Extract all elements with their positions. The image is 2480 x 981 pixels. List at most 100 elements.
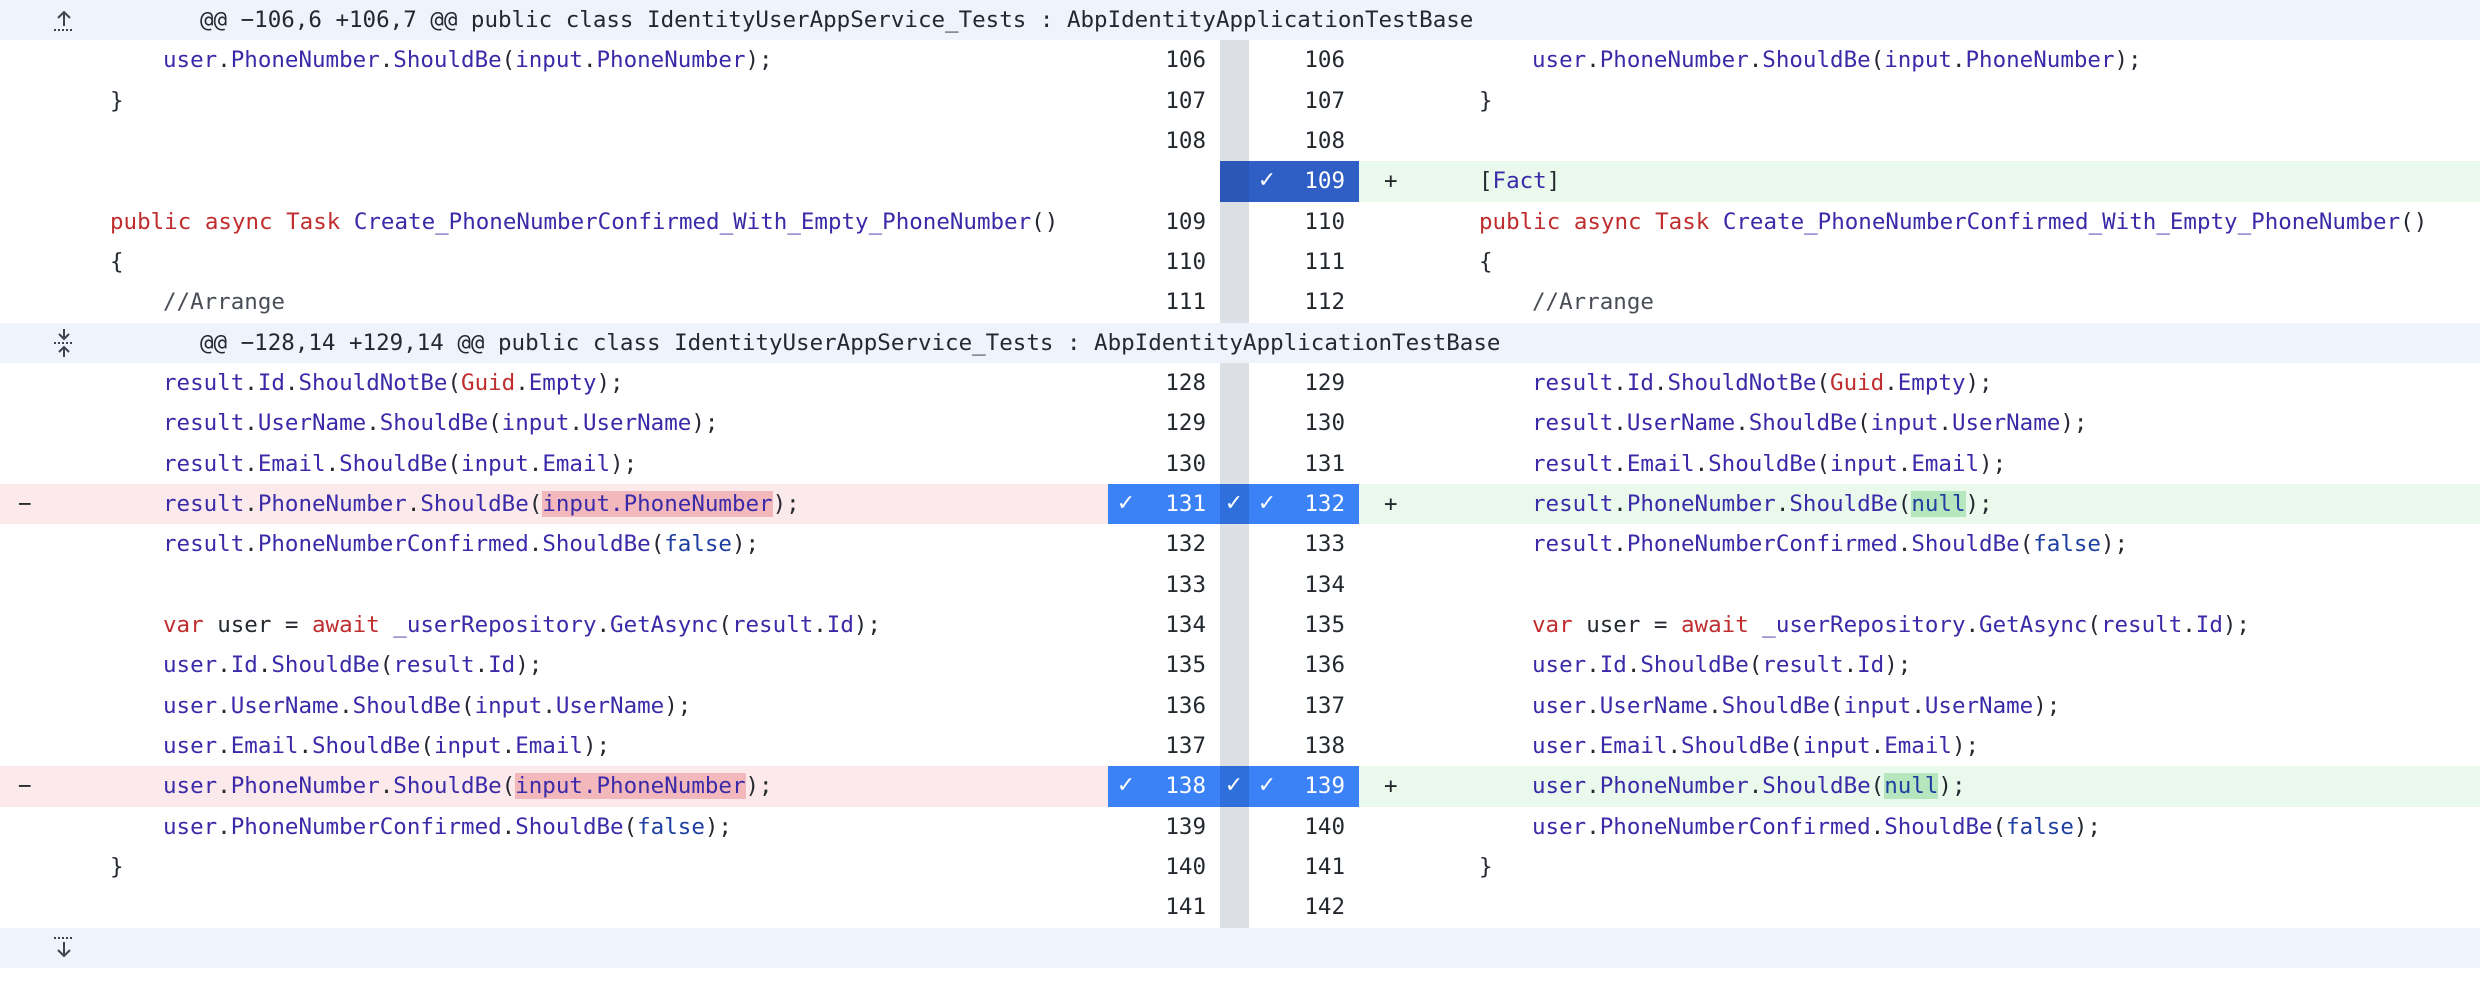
expand-up-icon[interactable] bbox=[44, 0, 84, 40]
diff-row: user.PhoneNumber.ShouldBe(input.PhoneNum… bbox=[0, 40, 2480, 81]
right-line-number[interactable]: 112 bbox=[1249, 282, 1359, 322]
left-code: result.Email.ShouldBe(input.Email); bbox=[163, 444, 637, 484]
code-token: ( bbox=[1857, 410, 1871, 437]
code-token: ); bbox=[2222, 612, 2250, 638]
left-line-number[interactable]: 107 bbox=[1108, 81, 1220, 121]
right-line-number[interactable]: 138 bbox=[1249, 726, 1359, 766]
left-code: } bbox=[110, 847, 124, 887]
code-token: Email bbox=[515, 733, 583, 759]
expand-both-icon[interactable] bbox=[44, 323, 84, 363]
left-line-number[interactable]: 109 bbox=[1108, 202, 1220, 242]
right-line-number[interactable]: 135 bbox=[1249, 605, 1359, 645]
diff-gutter[interactable] bbox=[1220, 726, 1249, 767]
diff-gutter[interactable]: ✓ bbox=[1220, 484, 1249, 525]
diff-gutter[interactable] bbox=[1220, 201, 1249, 242]
right-line-number[interactable]: 141 bbox=[1249, 847, 1359, 887]
left-code: result.PhoneNumber.ShouldBe(input.PhoneN… bbox=[163, 484, 800, 524]
left-line-number[interactable]: 135 bbox=[1108, 645, 1220, 685]
left-line-number[interactable] bbox=[1108, 161, 1220, 201]
diff-gutter[interactable] bbox=[1220, 443, 1249, 484]
diff-gutter[interactable] bbox=[1220, 282, 1249, 323]
left-line-number[interactable]: 141 bbox=[1108, 887, 1220, 927]
right-line-number[interactable]: 131 bbox=[1249, 444, 1359, 484]
diff-gutter[interactable] bbox=[1220, 121, 1249, 162]
code-token: . bbox=[325, 450, 340, 477]
left-line-number[interactable]: 130 bbox=[1108, 444, 1220, 484]
code-token: PhoneNumber bbox=[1599, 47, 1749, 74]
diff-gutter[interactable] bbox=[1220, 161, 1249, 202]
diff-gutter[interactable] bbox=[1220, 80, 1249, 121]
right-line-number[interactable]: 106 bbox=[1249, 40, 1359, 80]
code-token: ] bbox=[1546, 168, 1561, 195]
expand-down-icon[interactable] bbox=[44, 928, 84, 968]
left-line-number[interactable]: 136 bbox=[1108, 686, 1220, 726]
left-line-number[interactable]: 139 bbox=[1108, 807, 1220, 847]
diff-gutter[interactable] bbox=[1220, 887, 1249, 928]
code-token: . bbox=[1626, 652, 1641, 679]
diff-gutter[interactable]: ✓ bbox=[1220, 766, 1249, 807]
code-token: ( bbox=[379, 652, 394, 679]
diff-gutter[interactable] bbox=[1220, 363, 1249, 404]
left-line-number[interactable]: 129 bbox=[1108, 403, 1220, 443]
left-line-number[interactable]: 140 bbox=[1108, 847, 1220, 887]
code-token: ); bbox=[664, 692, 692, 719]
left-line-number[interactable]: 110 bbox=[1108, 242, 1220, 282]
code-token: } bbox=[110, 87, 124, 114]
code-token: . bbox=[515, 370, 529, 396]
checkmark-icon: ✓ bbox=[1116, 491, 1136, 516]
code-token: Id bbox=[230, 652, 258, 679]
left-line-number[interactable]: 106 bbox=[1108, 40, 1220, 80]
code-token: ( bbox=[1870, 47, 1885, 74]
right-line-number[interactable]: 136 bbox=[1249, 645, 1359, 685]
right-line-number[interactable]: 110 bbox=[1249, 202, 1359, 242]
diff-gutter[interactable] bbox=[1220, 847, 1249, 888]
right-line-number[interactable]: 107 bbox=[1249, 81, 1359, 121]
left-line-number[interactable]: 111 bbox=[1108, 282, 1220, 322]
code-token: ( bbox=[528, 491, 543, 517]
right-line-number[interactable]: 109 ✓ bbox=[1249, 161, 1359, 202]
code-token: Email bbox=[1599, 733, 1668, 759]
code-token: input bbox=[501, 410, 570, 437]
left-line-number[interactable]: 128 bbox=[1108, 363, 1220, 403]
diff-gutter[interactable] bbox=[1220, 806, 1249, 847]
right-line-number[interactable]: 108 bbox=[1249, 121, 1359, 161]
code-token: ( bbox=[1816, 450, 1831, 477]
diff-gutter[interactable] bbox=[1220, 564, 1249, 605]
diff-gutter[interactable] bbox=[1220, 685, 1249, 726]
code-token: ( bbox=[461, 692, 475, 719]
diff-gutter[interactable] bbox=[1220, 645, 1249, 686]
diff-gutter[interactable] bbox=[1220, 403, 1249, 444]
left-line-number[interactable]: 133 bbox=[1108, 565, 1220, 605]
right-line-number[interactable]: 137 bbox=[1249, 686, 1359, 726]
right-line-number[interactable]: 142 bbox=[1249, 887, 1359, 927]
right-line-number[interactable]: 139 ✓ bbox=[1249, 766, 1359, 807]
left-line-number[interactable]: 131 ✓ bbox=[1108, 484, 1220, 525]
left-line-number[interactable]: 108 bbox=[1108, 121, 1220, 161]
right-line-number[interactable]: 132 ✓ bbox=[1249, 484, 1359, 525]
left-line-number[interactable]: 138 ✓ bbox=[1108, 766, 1220, 807]
code-token: } bbox=[110, 854, 124, 880]
code-token: PhoneNumberConfirmed bbox=[257, 531, 529, 558]
code-token: ); bbox=[1951, 733, 1980, 759]
diff-gutter[interactable] bbox=[1220, 242, 1249, 283]
right-line-number[interactable]: 134 bbox=[1249, 565, 1359, 605]
left-line-number[interactable]: 132 bbox=[1108, 524, 1220, 564]
code-token: result bbox=[1532, 491, 1614, 517]
right-line-number[interactable]: 130 bbox=[1249, 403, 1359, 443]
diff-gutter[interactable] bbox=[1220, 524, 1249, 565]
right-line-number[interactable]: 140 bbox=[1249, 807, 1359, 847]
code-token: ); bbox=[704, 813, 732, 840]
right-line-number[interactable]: 129 bbox=[1249, 363, 1359, 403]
right-code: result.PhoneNumber.ShouldBe(null); bbox=[1532, 484, 1993, 524]
diff-row: result.Email.ShouldBe(input.Email); resul… bbox=[0, 443, 2480, 484]
code-token: ( bbox=[1748, 652, 1763, 679]
diff-gutter[interactable] bbox=[1220, 40, 1249, 81]
left-line-number[interactable]: 134 bbox=[1108, 605, 1220, 645]
hunk-header: @@ −106,6 +106,7 @@ public class Identit… bbox=[0, 0, 2480, 41]
left-line-number[interactable]: 137 bbox=[1108, 726, 1220, 766]
diff-gutter[interactable] bbox=[1220, 605, 1249, 646]
right-line-number[interactable]: 133 bbox=[1249, 524, 1359, 564]
code-token: ( bbox=[1870, 773, 1885, 800]
code-token: ShouldBe bbox=[393, 47, 502, 74]
right-line-number[interactable]: 111 bbox=[1249, 242, 1359, 282]
